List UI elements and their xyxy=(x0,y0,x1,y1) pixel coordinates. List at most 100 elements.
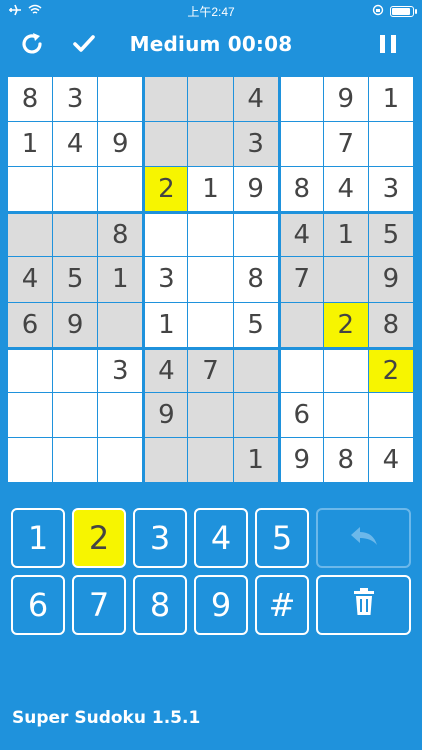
board-cell[interactable]: 3 xyxy=(98,347,143,392)
board-cell[interactable] xyxy=(98,437,143,482)
board-cell[interactable] xyxy=(8,347,53,392)
board-cell[interactable]: 7 xyxy=(323,122,368,167)
board-cell[interactable]: 2 xyxy=(368,347,413,392)
board-cell[interactable]: 9 xyxy=(98,122,143,167)
trash-icon xyxy=(352,586,376,624)
board-cell[interactable]: 1 xyxy=(143,302,188,347)
board-cell[interactable]: 2 xyxy=(323,302,368,347)
board-cell[interactable] xyxy=(188,212,233,257)
app-version-label: Super Sudoku 1.5.1 xyxy=(12,708,201,728)
board-cell[interactable] xyxy=(323,392,368,437)
board-cell[interactable]: 3 xyxy=(233,122,278,167)
board-cell[interactable] xyxy=(53,347,98,392)
board-cell[interactable]: 8 xyxy=(233,257,278,302)
board-cell[interactable]: 4 xyxy=(8,257,53,302)
board-cell[interactable]: 1 xyxy=(233,437,278,482)
key-3[interactable]: 3 xyxy=(133,508,187,568)
key-5[interactable]: 5 xyxy=(255,508,309,568)
board-cell[interactable]: 6 xyxy=(8,302,53,347)
key-9[interactable]: 9 xyxy=(194,575,248,635)
board-cell[interactable] xyxy=(8,212,53,257)
board-cell[interactable] xyxy=(98,77,143,122)
board-cell[interactable]: 4 xyxy=(278,212,323,257)
board-cell[interactable] xyxy=(8,167,53,212)
key-2[interactable]: 2 xyxy=(72,508,126,568)
number-keypad: 1 2 3 4 5 6 7 8 9 # xyxy=(11,508,411,635)
board-cell[interactable] xyxy=(53,212,98,257)
board-cell[interactable]: 4 xyxy=(143,347,188,392)
board-cell[interactable] xyxy=(143,122,188,167)
check-icon[interactable] xyxy=(68,28,100,60)
board-cell[interactable] xyxy=(53,167,98,212)
board-cell[interactable]: 3 xyxy=(143,257,188,302)
board-cell[interactable]: 4 xyxy=(233,77,278,122)
board-cell[interactable]: 3 xyxy=(368,167,413,212)
board-cell[interactable]: 1 xyxy=(8,122,53,167)
board-cell[interactable] xyxy=(143,77,188,122)
board-cell[interactable]: 3 xyxy=(53,77,98,122)
board-cell[interactable] xyxy=(8,392,53,437)
board-cell[interactable] xyxy=(188,392,233,437)
board-cell[interactable] xyxy=(8,437,53,482)
board-cell[interactable] xyxy=(233,347,278,392)
board-cell[interactable] xyxy=(143,212,188,257)
board-cell[interactable] xyxy=(278,302,323,347)
board-cell[interactable]: 9 xyxy=(323,77,368,122)
board-cell[interactable]: 5 xyxy=(368,212,413,257)
board-cell[interactable]: 8 xyxy=(323,437,368,482)
board-cell[interactable]: 7 xyxy=(278,257,323,302)
board-cell[interactable]: 9 xyxy=(368,257,413,302)
board-cell[interactable] xyxy=(53,392,98,437)
board-cell[interactable]: 4 xyxy=(323,167,368,212)
board-cell[interactable]: 5 xyxy=(233,302,278,347)
board-cell[interactable] xyxy=(98,392,143,437)
board-cell[interactable] xyxy=(368,122,413,167)
key-1[interactable]: 1 xyxy=(11,508,65,568)
board-cell[interactable]: 8 xyxy=(278,167,323,212)
board-cell[interactable]: 8 xyxy=(98,212,143,257)
pause-icon[interactable] xyxy=(372,28,404,60)
board-cell[interactable]: 8 xyxy=(368,302,413,347)
key-7[interactable]: 7 xyxy=(72,575,126,635)
key-8[interactable]: 8 xyxy=(133,575,187,635)
board-cell[interactable] xyxy=(188,437,233,482)
board-cell[interactable] xyxy=(368,392,413,437)
board-cell[interactable]: 9 xyxy=(53,302,98,347)
board-cell[interactable]: 1 xyxy=(368,77,413,122)
board-cell[interactable]: 1 xyxy=(188,167,233,212)
board-cell[interactable] xyxy=(188,122,233,167)
board-cell[interactable] xyxy=(278,122,323,167)
erase-button[interactable] xyxy=(316,575,411,635)
board-cell[interactable] xyxy=(143,437,188,482)
board-cell[interactable]: 1 xyxy=(98,257,143,302)
undo-button[interactable] xyxy=(316,508,411,568)
battery-icon xyxy=(390,5,417,17)
board-cell[interactable]: 2 xyxy=(143,167,188,212)
key-6[interactable]: 6 xyxy=(11,575,65,635)
board-cell[interactable] xyxy=(323,257,368,302)
board-cell[interactable]: 1 xyxy=(323,212,368,257)
board-cell[interactable] xyxy=(278,77,323,122)
board-cell[interactable]: 4 xyxy=(368,437,413,482)
board-cell[interactable] xyxy=(233,392,278,437)
board-cell[interactable] xyxy=(278,347,323,392)
board-cell[interactable] xyxy=(188,257,233,302)
notes-button[interactable]: # xyxy=(255,575,309,635)
board-cell[interactable] xyxy=(188,302,233,347)
board-cell[interactable] xyxy=(233,212,278,257)
board-cell[interactable]: 7 xyxy=(188,347,233,392)
key-4[interactable]: 4 xyxy=(194,508,248,568)
board-cell[interactable] xyxy=(98,302,143,347)
board-cell[interactable]: 9 xyxy=(278,437,323,482)
board-cell[interactable] xyxy=(188,77,233,122)
board-cell[interactable] xyxy=(323,347,368,392)
board-cell[interactable]: 9 xyxy=(143,392,188,437)
board-cell[interactable] xyxy=(53,437,98,482)
board-cell[interactable]: 4 xyxy=(53,122,98,167)
board-cell[interactable]: 9 xyxy=(233,167,278,212)
board-cell[interactable] xyxy=(98,167,143,212)
board-cell[interactable]: 6 xyxy=(278,392,323,437)
restart-icon[interactable] xyxy=(16,28,48,60)
board-cell[interactable]: 5 xyxy=(53,257,98,302)
board-cell[interactable]: 8 xyxy=(8,77,53,122)
